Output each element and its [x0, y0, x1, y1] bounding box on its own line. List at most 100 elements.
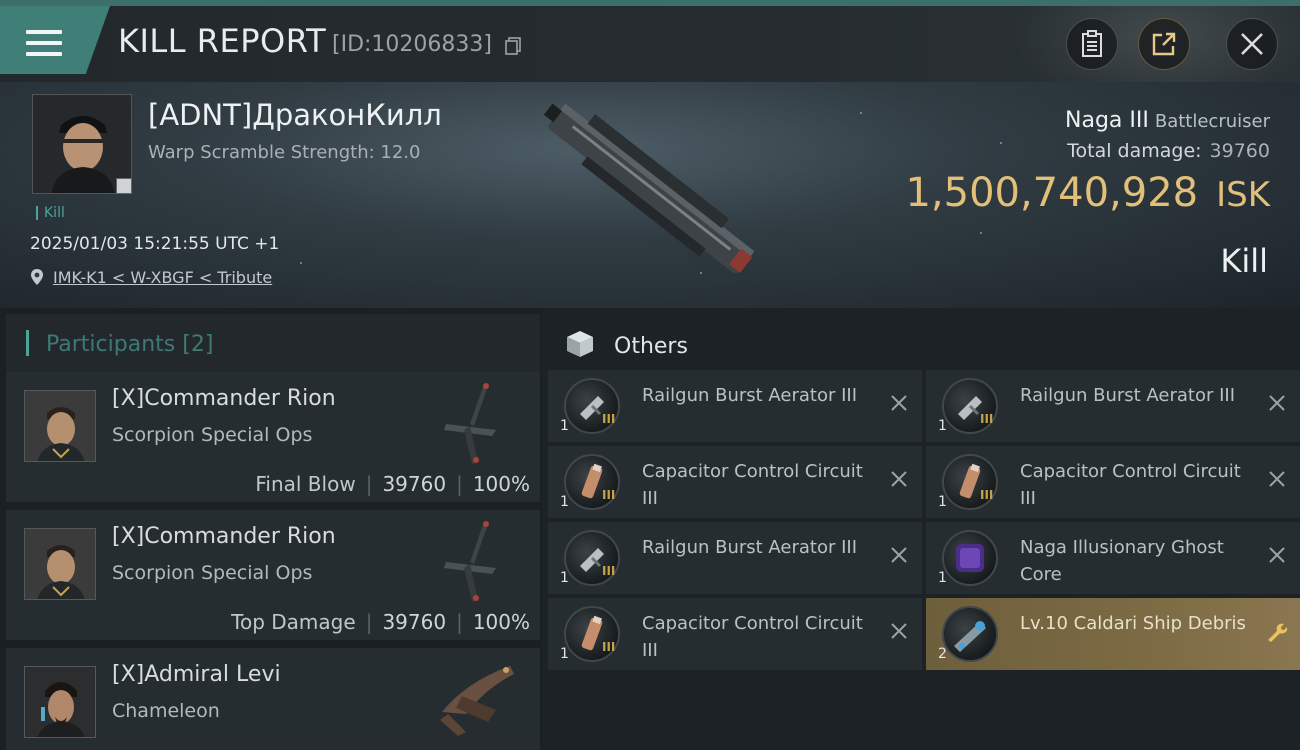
- isk-value-line: 1,500,740,928 ISK: [905, 170, 1270, 216]
- loot-item-dropped[interactable]: 2 Lv.10 Caldari Ship Debris: [926, 598, 1300, 670]
- participants-header: Participants [2]: [6, 314, 540, 372]
- ship-class: Battlecruiser: [1154, 111, 1270, 132]
- item-name: Capacitor Control Circuit III: [1020, 461, 1241, 509]
- location-pin-icon: [31, 269, 43, 285]
- participant-stats: Top Damage | 39760 | 100%: [231, 610, 530, 634]
- clipboard-icon: [1082, 30, 1102, 57]
- wrench-icon[interactable]: [1264, 620, 1288, 644]
- destroyed-x-icon: [891, 471, 907, 487]
- scorpion-ship-icon: [444, 383, 496, 464]
- participant-damage: 39760: [382, 610, 447, 634]
- copy-icon[interactable]: [505, 37, 521, 55]
- hamburger-menu-icon: [26, 30, 62, 58]
- page-title: KILL REPORT: [118, 22, 327, 60]
- participant-avatar[interactable]: [24, 390, 96, 462]
- loot-item[interactable]: 1 III Capacitor Control Circuit III: [926, 446, 1300, 518]
- pilot-portrait-icon: [25, 529, 95, 599]
- participants-label: Participants: [46, 332, 176, 357]
- item-tier: III: [602, 488, 616, 502]
- isk-unit: ISK: [1216, 175, 1270, 215]
- item-quantity: 2: [938, 646, 947, 662]
- item-quantity: 1: [560, 494, 569, 510]
- loot-item[interactable]: 1 III Railgun Burst Aerator III: [548, 370, 922, 442]
- destroyed-x-icon: [1269, 471, 1285, 487]
- victim-banner: [ADNT]ДраконКилл Warp Scramble Strength:…: [0, 82, 1300, 308]
- header-accent-bar: [26, 330, 29, 356]
- participant-avatar[interactable]: i: [24, 666, 96, 738]
- participant-percent: 100%: [472, 610, 530, 634]
- participant-percent: 100%: [472, 472, 530, 496]
- participant-row[interactable]: [X]Commander Rion Scorpion Special Ops T…: [6, 510, 540, 642]
- ghost-core-icon: [942, 530, 998, 586]
- chameleon-ship-icon: [440, 666, 514, 736]
- item-tier: III: [602, 640, 616, 654]
- item-name: Lv.10 Caldari Ship Debris: [1020, 613, 1246, 634]
- participant-row[interactable]: i [X]Admiral Levi Chameleon: [6, 648, 540, 750]
- others-title: Others: [614, 334, 688, 359]
- share-icon: [1152, 32, 1176, 56]
- share-button[interactable]: [1138, 18, 1190, 70]
- participant-stats: Final Blow | 39760 | 100%: [255, 472, 530, 496]
- destroyed-x-icon: [1269, 395, 1285, 411]
- loot-item[interactable]: 1 III Capacitor Control Circuit III: [548, 446, 922, 518]
- item-name: Railgun Burst Aerator III: [1020, 385, 1236, 406]
- participant-name[interactable]: [X]Commander Rion: [112, 524, 336, 549]
- item-name: Naga Illusionary Ghost Core: [1020, 537, 1224, 585]
- ship-debris-icon: [942, 606, 998, 662]
- participants-count: [2]: [182, 332, 214, 357]
- item-quantity: 1: [560, 570, 569, 586]
- report-id: [ID:10206833]: [332, 32, 492, 57]
- item-name: Railgun Burst Aerator III: [642, 385, 858, 406]
- loot-item[interactable]: 1 III Railgun Burst Aerator III: [926, 370, 1300, 442]
- total-damage-label: Total damage:: [1067, 140, 1202, 162]
- victim-name[interactable]: [ADNT]ДраконКилл: [148, 98, 442, 132]
- item-quantity: 1: [560, 646, 569, 662]
- total-damage-value: 39760: [1209, 140, 1270, 162]
- destroyed-x-icon: [891, 623, 907, 639]
- clipboard-button[interactable]: [1066, 18, 1118, 70]
- destroyed-x-icon: [1269, 547, 1285, 563]
- kill-tag: Kill: [36, 206, 65, 220]
- others-panel: Others 1 III Railgun Burst Aerator III 1…: [546, 308, 1300, 750]
- participant-ship: Scorpion Special Ops: [112, 562, 313, 584]
- close-icon: [1241, 33, 1263, 55]
- item-quantity: 1: [938, 494, 947, 510]
- loot-item[interactable]: 1 Naga Illusionary Ghost Core: [926, 522, 1300, 594]
- others-header: Others: [546, 314, 1300, 372]
- total-damage-line: Total damage: 39760: [1067, 140, 1270, 162]
- isk-value: 1,500,740,928: [905, 170, 1199, 216]
- pilot-portrait-icon: [25, 667, 95, 737]
- warp-scramble-strength: Warp Scramble Strength: 12.0: [148, 142, 421, 163]
- participant-damage: 39760: [382, 472, 447, 496]
- participant-role: Top Damage: [231, 610, 356, 634]
- pilot-portrait-icon: [25, 391, 95, 461]
- participant-row[interactable]: [X]Commander Rion Scorpion Special Ops F…: [6, 372, 540, 504]
- kill-timestamp: 2025/01/03 15:21:55 UTC +1: [30, 234, 280, 254]
- item-tier: III: [602, 412, 616, 426]
- item-tier: III: [602, 564, 616, 578]
- participant-role: Final Blow: [255, 472, 356, 496]
- top-bar: KILL REPORT [ID:10206833]: [0, 0, 1300, 110]
- participant-avatar[interactable]: [24, 528, 96, 600]
- item-tier: III: [980, 488, 994, 502]
- loot-item[interactable]: 1 III Railgun Burst Aerator III: [548, 522, 922, 594]
- participant-name[interactable]: [X]Admiral Levi: [112, 662, 281, 687]
- loot-item[interactable]: 1 III Capacitor Control Circuit III: [548, 598, 922, 670]
- participants-title: Participants [2]: [46, 332, 213, 357]
- menu-button[interactable]: [0, 6, 110, 74]
- result-label: Kill: [1220, 242, 1268, 280]
- ship-name-line: Naga III Battlecruiser: [1065, 108, 1270, 133]
- item-name: Railgun Burst Aerator III: [642, 537, 858, 558]
- item-tier: III: [980, 412, 994, 426]
- participant-name[interactable]: [X]Commander Rion: [112, 386, 336, 411]
- destroyed-x-icon: [891, 395, 907, 411]
- top-accent-line: [0, 0, 1300, 6]
- participant-ship: Chameleon: [112, 700, 220, 722]
- destroyed-x-icon: [891, 547, 907, 563]
- location-link[interactable]: IMK-K1 < W-XBGF < Tribute: [53, 268, 272, 287]
- naga-ship-icon: [543, 103, 755, 274]
- item-quantity: 1: [560, 418, 569, 434]
- close-button[interactable]: [1226, 18, 1278, 70]
- ship-name[interactable]: Naga III: [1065, 108, 1149, 133]
- item-name: Capacitor Control Circuit III: [642, 613, 863, 661]
